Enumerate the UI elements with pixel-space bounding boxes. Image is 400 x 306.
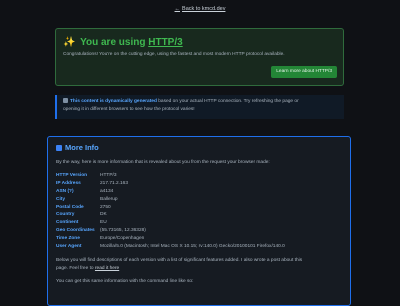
row-key: Geo Coordinates: [56, 228, 95, 234]
table-row: Postal Code 2750: [56, 204, 342, 212]
row-value: a4134: [100, 188, 114, 194]
description-paragraph: Below you will find descriptions of each…: [56, 257, 342, 273]
notice-highlight: This content is dynamically generated: [70, 99, 157, 104]
row-value: HTTP/3: [100, 173, 117, 178]
row-value: EU: [100, 220, 107, 226]
row-key: ASN (?): [56, 188, 74, 194]
back-link-text: Back to kmcd.dev: [182, 6, 226, 12]
row-key: Postal Code: [56, 204, 84, 210]
row-value: 217.71.2.163: [100, 180, 129, 186]
read-post-link[interactable]: read it here: [95, 266, 119, 271]
paragraph-line-2: page. Feel free to read it here: [56, 265, 342, 273]
chart-icon: [56, 145, 62, 151]
sparkles-icon: ✨: [63, 37, 76, 48]
row-value: DK: [100, 212, 107, 218]
row-value: (55.73165, 12.36328): [100, 228, 146, 234]
table-row: Geo Coordinates (55.73165, 12.36328): [56, 227, 342, 235]
row-key: Country: [56, 212, 75, 218]
more-info-heading: More Info: [56, 143, 342, 152]
row-value: Mozilla/5.0 (Macintosh; Intel Mac OS X 1…: [100, 244, 285, 250]
back-link[interactable]: ← Back to kmcd.dev: [0, 6, 400, 12]
row-key: City: [56, 196, 66, 202]
success-title: ✨ You are using HTTP/3: [63, 37, 337, 48]
row-value: Ballerup: [100, 196, 118, 202]
info-icon: [63, 98, 68, 103]
more-info-card: More Info By the way, here is more infor…: [47, 136, 351, 306]
row-value: 2750: [100, 204, 111, 210]
protocol-link[interactable]: HTTP/3: [148, 37, 182, 48]
row-key: IP Address: [56, 180, 81, 186]
notice-line-1: This content is dynamically generated ba…: [63, 98, 338, 106]
learn-more-button[interactable]: Learn more about HTTP/3: [271, 66, 337, 78]
row-key: Time Zone: [56, 236, 80, 242]
row-value: Europe/Copenhagen: [100, 236, 145, 242]
notice-rest: based on your actual HTTP connection. Tr…: [158, 99, 299, 104]
success-banner: ✨ You are using HTTP/3 Congratulations! …: [55, 28, 344, 86]
success-title-prefix: You are using: [80, 37, 146, 48]
table-row: User Agent Mozilla/5.0 (Macintosh; Intel …: [56, 243, 342, 251]
dynamic-content-notice: This content is dynamically generated ba…: [55, 95, 344, 119]
success-description: Congratulations! You're on the cutting e…: [63, 52, 285, 57]
table-row: IP Address 217.71.2.163: [56, 180, 342, 188]
request-info-table: HTTP Version HTTP/3 IP Address 217.71.2.16…: [56, 172, 342, 251]
notice-line-2: opening it in different browsers to see …: [63, 106, 195, 112]
command-line-intro: You can get this same information with t…: [56, 278, 194, 284]
more-info-intro: By the way, here is more information tha…: [56, 160, 270, 165]
table-row: Continent EU: [56, 219, 342, 227]
arrow-left-icon: ←: [174, 6, 181, 12]
table-row: Time Zone Europe/Copenhagen: [56, 235, 342, 243]
row-key: HTTP Version: [56, 173, 88, 178]
paragraph-line-1: Below you will find descriptions of each…: [56, 257, 303, 263]
row-key: User Agent: [56, 244, 82, 250]
row-key: Continent: [56, 220, 79, 226]
table-row: Country DK: [56, 211, 342, 219]
table-row: ASN (?) a4134: [56, 188, 342, 196]
table-row: City Ballerup: [56, 196, 342, 204]
table-row: HTTP Version HTTP/3: [56, 172, 342, 180]
paragraph-line-2-prefix: page. Feel free to: [56, 265, 94, 271]
more-info-title: More Info: [65, 143, 99, 152]
